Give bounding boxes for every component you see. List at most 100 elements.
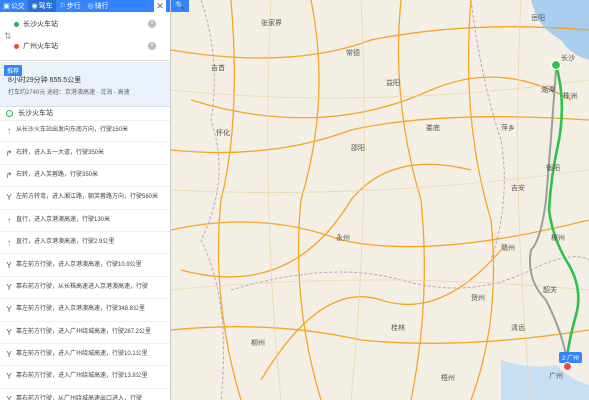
step-text: 靠左前方行驶，进入京港澳高速，行驶348.8公里 [16,306,146,313]
fork-icon: Y [6,193,12,203]
turn-right-icon: ↱ [5,148,13,158]
step-text: 靠右前方行驶，从长株高速进入京港澳高速，行驶 [16,283,149,290]
walk-icon: ⚐ [59,3,66,10]
city-label: 柳州 [251,338,265,347]
destination-dot-icon [14,43,19,49]
step-text: 直行，进入京港澳高速，行驶130米 [16,216,111,223]
step-item[interactable]: ↱ 右转，进入芙蓉路，行驶350米 [0,165,170,188]
step-text: 左前方转弯，进入湘江路，朝芙蓉路方向，行驶560米 [16,194,159,201]
step-text: 右转，进入五一大道，行驶350米 [16,149,105,156]
route-time-distance: 8小时29分钟 655.5公里 [8,77,82,84]
turn-right-icon: ↱ [5,170,13,180]
clear-destination-icon[interactable]: × [148,42,156,50]
step-item[interactable]: Y 靠左前方行驶，进入广州绕城高速，行驶10.1公里 [0,344,170,367]
city-label: 吉首 [211,63,225,72]
fork-icon: Y [6,260,12,270]
step-item[interactable]: ↑ 从长沙火车站出发向东南方向，行驶150米 [0,120,170,143]
city-label: 邵阳 [351,143,365,152]
city-label: 清远 [511,323,525,332]
city-label: 萍乡 [501,123,515,132]
destination-marker-icon[interactable] [563,362,572,371]
city-label: 韶关 [543,285,557,294]
tab-label: 公交 [10,3,25,10]
route-panel: ▣ 公交 ◉ 驾车 ⚐ 步行 ◎ 骑行 ✕ ⇅ 长沙火车站 × 广州火车站 × 推荐 8… [0,0,171,400]
step-item[interactable]: Y 左前方转弯，进入湘江路，朝芙蓉路方向，行驶560米 [0,187,170,210]
step-text: 直行，进入京港澳高速，行驶2.9公里 [16,239,115,246]
step-item[interactable]: ↱ 右转，进入五一大道，行驶350米 [0,142,170,165]
map-canvas[interactable]: 长沙 湘潭 株洲 衡阳 郴州 韶关 清远 广州 邵阳 永州 怀化 吉首 张家界 常德 益阳 娄底 桂林 柳州 贺州梧… [171,0,589,400]
straight-arrow-icon: ↑ [7,215,11,225]
origin-dot-icon [14,21,19,27]
tab-ride[interactable]: ◎ 骑行 [84,0,112,12]
step-item[interactable]: Y 靠右前方行驶，从广州绕城高速出口进入，行驶 [0,389,170,400]
city-label: 郴州 [551,233,565,242]
city-label: 桂林 [391,323,405,332]
city-label: 永州 [336,233,350,242]
search-icon[interactable]: 🔍 [171,0,189,12]
route-inputs: ⇅ 长沙火车站 × 广州火车站 × [0,12,170,61]
fork-icon: Y [6,350,12,360]
fork-icon: Y [6,305,12,315]
city-label: 株洲 [563,91,577,100]
city-label: 张家界 [261,18,282,27]
city-label: 赣州 [501,243,515,252]
clear-origin-icon[interactable]: × [148,20,156,28]
origin-field[interactable]: 长沙火车站 [14,17,144,31]
tab-label: 骑行 [94,3,109,10]
origin-value: 长沙火车站 [23,21,58,28]
step-item[interactable]: Y 靠右前方行驶，从长株高速进入京港澳高速，行驶 [0,277,170,300]
bike-icon: ◎ [87,3,94,10]
step-text: 靠左前方行驶，进入广州绕城高速，行驶10.1公里 [16,351,148,358]
map-svg: 长沙湘潭株洲衡阳郴州韶关清远广州 邵阳永州 怀化 吉首 张家界常德益阳娄底桂林柳州 贺州梧… [171,0,589,400]
tab-label: 驾车 [38,3,53,10]
destination-value: 广州火车站 [23,43,58,50]
step-text: 靠右前方行驶，从广州绕城高速出口进入，行驶 [16,395,143,400]
city-label: 益阳 [386,78,400,87]
fork-icon: Y [6,394,12,400]
step-item[interactable]: Y 靠左前方行驶，进入京港澳高速，行驶10.9公里 [0,254,170,277]
start-point[interactable]: 长沙火车站 [0,106,170,121]
step-item[interactable]: ↑ 直行，进入京港澳高速，行驶2.9公里 [0,232,170,255]
close-icon[interactable]: ✕ [154,0,166,12]
straight-arrow-icon: ↑ [7,238,11,248]
tab-walk[interactable]: ⚐ 步行 [56,0,84,12]
city-label: 吉安 [511,183,525,192]
start-dot-icon [6,109,13,117]
city-label: 梧州 [441,373,455,382]
step-text: 靠左前方行驶，进入京港澳高速，行驶10.9公里 [16,261,142,268]
city-label: 湘潭 [541,85,555,94]
city-label: 衡阳 [546,163,560,172]
transport-mode-tabs: ▣ 公交 ◉ 驾车 ⚐ 步行 ◎ 骑行 ✕ [0,0,170,12]
city-label: 贺州 [471,293,485,302]
route-summary[interactable]: 推荐 8小时29分钟 655.5公里 打车约2740元 途经：京港澳高速 - 沈… [0,62,170,107]
swap-icon[interactable]: ⇅ [4,31,12,42]
fork-icon: Y [6,372,12,382]
destination-badge[interactable]: 2 广州 [559,352,583,363]
city-label: 怀化 [216,128,230,137]
step-item[interactable]: Y 靠左前方行驶，进入京港澳高速，行驶348.8公里 [0,299,170,322]
step-list: ↑ 从长沙火车站出发向东南方向，行驶150米 ↱ 右转，进入五一大道，行驶350米 ↱ 右… [0,120,170,400]
step-text: 右转，进入芙蓉路，行驶350米 [16,171,99,178]
step-item[interactable]: Y 靠右前方行驶，进入广州绕城高速，行驶13.8公里 [0,366,170,389]
step-text: 靠右前方行驶，进入广州绕城高速，行驶13.8公里 [16,373,148,380]
step-item[interactable]: Y 靠左前方行驶，进入广州绕城高速，行驶287.2公里 [0,322,170,344]
start-label: 长沙火车站 [18,110,53,117]
tab-label: 步行 [66,3,81,10]
bus-icon: ▣ [3,3,10,10]
fork-icon: Y [6,327,12,337]
car-icon: ◉ [31,3,38,10]
start-marker-icon [550,59,562,71]
destination-field[interactable]: 广州火车站 [14,39,144,53]
city-label: 娄底 [426,123,440,132]
tab-bus[interactable]: ▣ 公交 [0,0,28,12]
city-label: 长沙 [561,53,575,62]
city-label: 岳阳 [531,13,545,22]
step-text: 靠左前方行驶，进入广州绕城高速，行驶287.2公里 [16,328,152,335]
step-text: 从长沙火车站出发向东南方向，行驶150米 [16,127,129,134]
straight-arrow-icon: ↑ [7,126,11,136]
tab-drive[interactable]: ◉ 驾车 [28,0,56,12]
city-label: 常德 [346,48,360,57]
fork-icon: Y [6,282,12,292]
route-cost-via: 打车约2740元 途经：京港澳高速 - 沈海 - 高速 [8,90,130,96]
step-item[interactable]: ↑ 直行，进入京港澳高速，行驶130米 [0,210,170,232]
